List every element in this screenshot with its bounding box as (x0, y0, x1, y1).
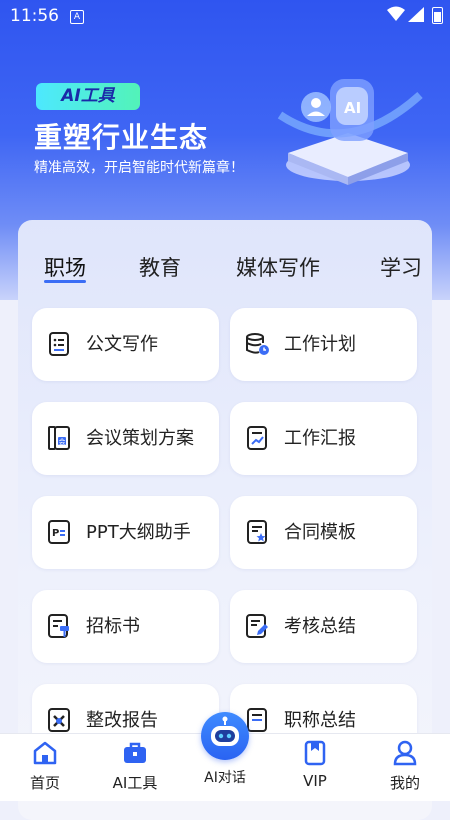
ppt-outline-icon: P (48, 520, 70, 544)
nav-label: AI工具 (112, 774, 158, 792)
tab-education[interactable]: 教育 (139, 252, 181, 282)
database-clock-icon (246, 333, 269, 355)
bid-document-icon (48, 614, 69, 638)
tool-work-report[interactable]: 工作汇报 (230, 402, 417, 475)
nav-label: 我的 (389, 774, 420, 792)
tool-label: 公文写作 (86, 334, 158, 355)
tool-work-plan[interactable]: 工作计划 (230, 308, 417, 381)
tool-ppt-outline[interactable]: P PPT大纲助手 (32, 496, 219, 569)
tool-label: PPT大纲助手 (86, 522, 191, 543)
battery-icon (432, 7, 443, 24)
tool-label: 工作计划 (284, 334, 356, 355)
chart-report-icon (247, 426, 267, 450)
tab-media-writing[interactable]: 媒体写作 (236, 252, 320, 282)
svg-text:会: 会 (59, 437, 66, 446)
tool-bid-document[interactable]: 招标书 (32, 590, 219, 663)
tool-contract-template[interactable]: 合同模板 (230, 496, 417, 569)
rectify-report-icon (48, 708, 70, 732)
notification-icon: A (70, 10, 84, 24)
nav-label-ai-chat: AI对话 (204, 770, 246, 786)
nav-label: VIP (303, 772, 327, 790)
nav-label: 首页 (29, 774, 60, 792)
tool-label: 考核总结 (284, 616, 356, 637)
active-tab-indicator (44, 280, 86, 283)
svg-text:P: P (52, 528, 59, 539)
tool-assessment-summary[interactable]: 考核总结 (230, 590, 417, 663)
svg-text:AI: AI (344, 99, 361, 117)
tool-label: 会议策划方案 (86, 428, 194, 449)
home-icon (33, 741, 57, 765)
tab-study[interactable]: 学习 (380, 252, 422, 282)
tool-meeting-plan[interactable]: 会 会议策划方案 (32, 402, 219, 475)
tool-official-writing[interactable]: 公文写作 (32, 308, 219, 381)
hero-title: 重塑行业生态 (34, 121, 209, 154)
tool-label: 工作汇报 (284, 428, 356, 449)
tool-label: 合同模板 (284, 522, 356, 543)
ai-tools-badge: AI工具 (36, 83, 140, 110)
nav-mine[interactable]: 我的 (360, 734, 450, 801)
status-time: 11:56 (10, 6, 59, 26)
user-icon (393, 740, 417, 766)
wifi-icon (387, 6, 405, 21)
nav-vip[interactable]: VIP (270, 734, 360, 801)
nav-home[interactable]: 首页 (0, 734, 90, 801)
signal-icon (408, 7, 424, 22)
nav-ai-tools[interactable]: AI工具 (90, 734, 180, 801)
status-bar: 11:56 A (0, 0, 450, 32)
nav-ai-chat[interactable] (201, 712, 249, 760)
toolbox-icon (124, 742, 146, 763)
tool-label: 招标书 (86, 616, 140, 637)
vip-bookmark-icon (304, 740, 326, 766)
ai-platform-illustration-icon: AI (277, 79, 423, 185)
document-list-icon (49, 332, 69, 356)
meeting-book-icon: 会 (48, 426, 70, 450)
robot-icon (211, 716, 239, 746)
hero-subtitle: 精准高效，开启智能时代新篇章！ (34, 160, 244, 176)
contract-star-icon (247, 520, 267, 544)
tab-workplace[interactable]: 职场 (44, 252, 86, 282)
edit-summary-icon (246, 614, 268, 638)
